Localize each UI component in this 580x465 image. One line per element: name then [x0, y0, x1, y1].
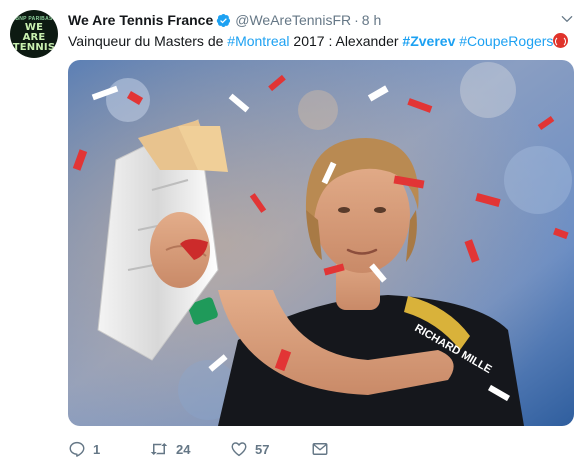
avatar[interactable]: BNP PARIBAS WE ARE TENNIS	[10, 10, 58, 58]
avatar-logo-line-3: TENNIS	[12, 41, 56, 53]
photo-illustration: RICHARD MILLE	[68, 60, 574, 426]
hashtag-couperogers[interactable]: #CoupeRogers	[459, 33, 553, 49]
like-count: 57	[255, 441, 270, 457]
display-name[interactable]: We Are Tennis France	[68, 12, 213, 28]
hashtag-zverev[interactable]: #Zverev	[402, 33, 455, 49]
like-button[interactable]: 57	[230, 440, 269, 458]
avatar-sponsor-text: BNP PARIBAS	[15, 15, 53, 22]
avatar-logo-line-2: ARE	[22, 31, 46, 43]
envelope-icon	[312, 443, 328, 455]
tweet-actions: 1 24 57	[68, 440, 488, 464]
tweet-photo[interactable]: RICHARD MILLE	[68, 60, 574, 426]
tweet-text: Vainqueur du Masters de #Montreal 2017 :…	[68, 31, 573, 51]
reply-button[interactable]: 1	[68, 440, 100, 458]
retweet-button[interactable]: 24	[149, 440, 190, 458]
hashtag-zverev-label: #Zverev	[402, 33, 456, 49]
retweet-count: 24	[176, 441, 191, 457]
reply-count: 1	[93, 441, 101, 457]
retweet-icon	[150, 443, 168, 455]
timestamp[interactable]: 8 h	[362, 12, 381, 28]
tweet-text-prefix: Vainqueur du Masters de	[68, 33, 228, 49]
hashtag-montreal[interactable]: #Montreal	[227, 33, 289, 49]
direct-message-button[interactable]	[311, 440, 329, 458]
avatar-logo-line-1: WE	[24, 21, 44, 33]
handle[interactable]: @WeAreTennisFR	[235, 12, 351, 28]
heart-icon	[231, 442, 247, 457]
reply-icon	[69, 441, 85, 457]
tennis-ball-icon	[553, 33, 569, 48]
tweet-header: We Are Tennis France @WeAreTennisFR · 8 …	[68, 10, 381, 30]
tweet-text-middle: 2017 : Alexander	[289, 33, 403, 49]
verified-badge-icon	[217, 13, 231, 27]
chevron-down-icon[interactable]	[560, 12, 574, 26]
tweet-card[interactable]: BNP PARIBAS WE ARE TENNIS We Are Tennis …	[0, 0, 580, 465]
separator-dot: ·	[354, 12, 359, 28]
